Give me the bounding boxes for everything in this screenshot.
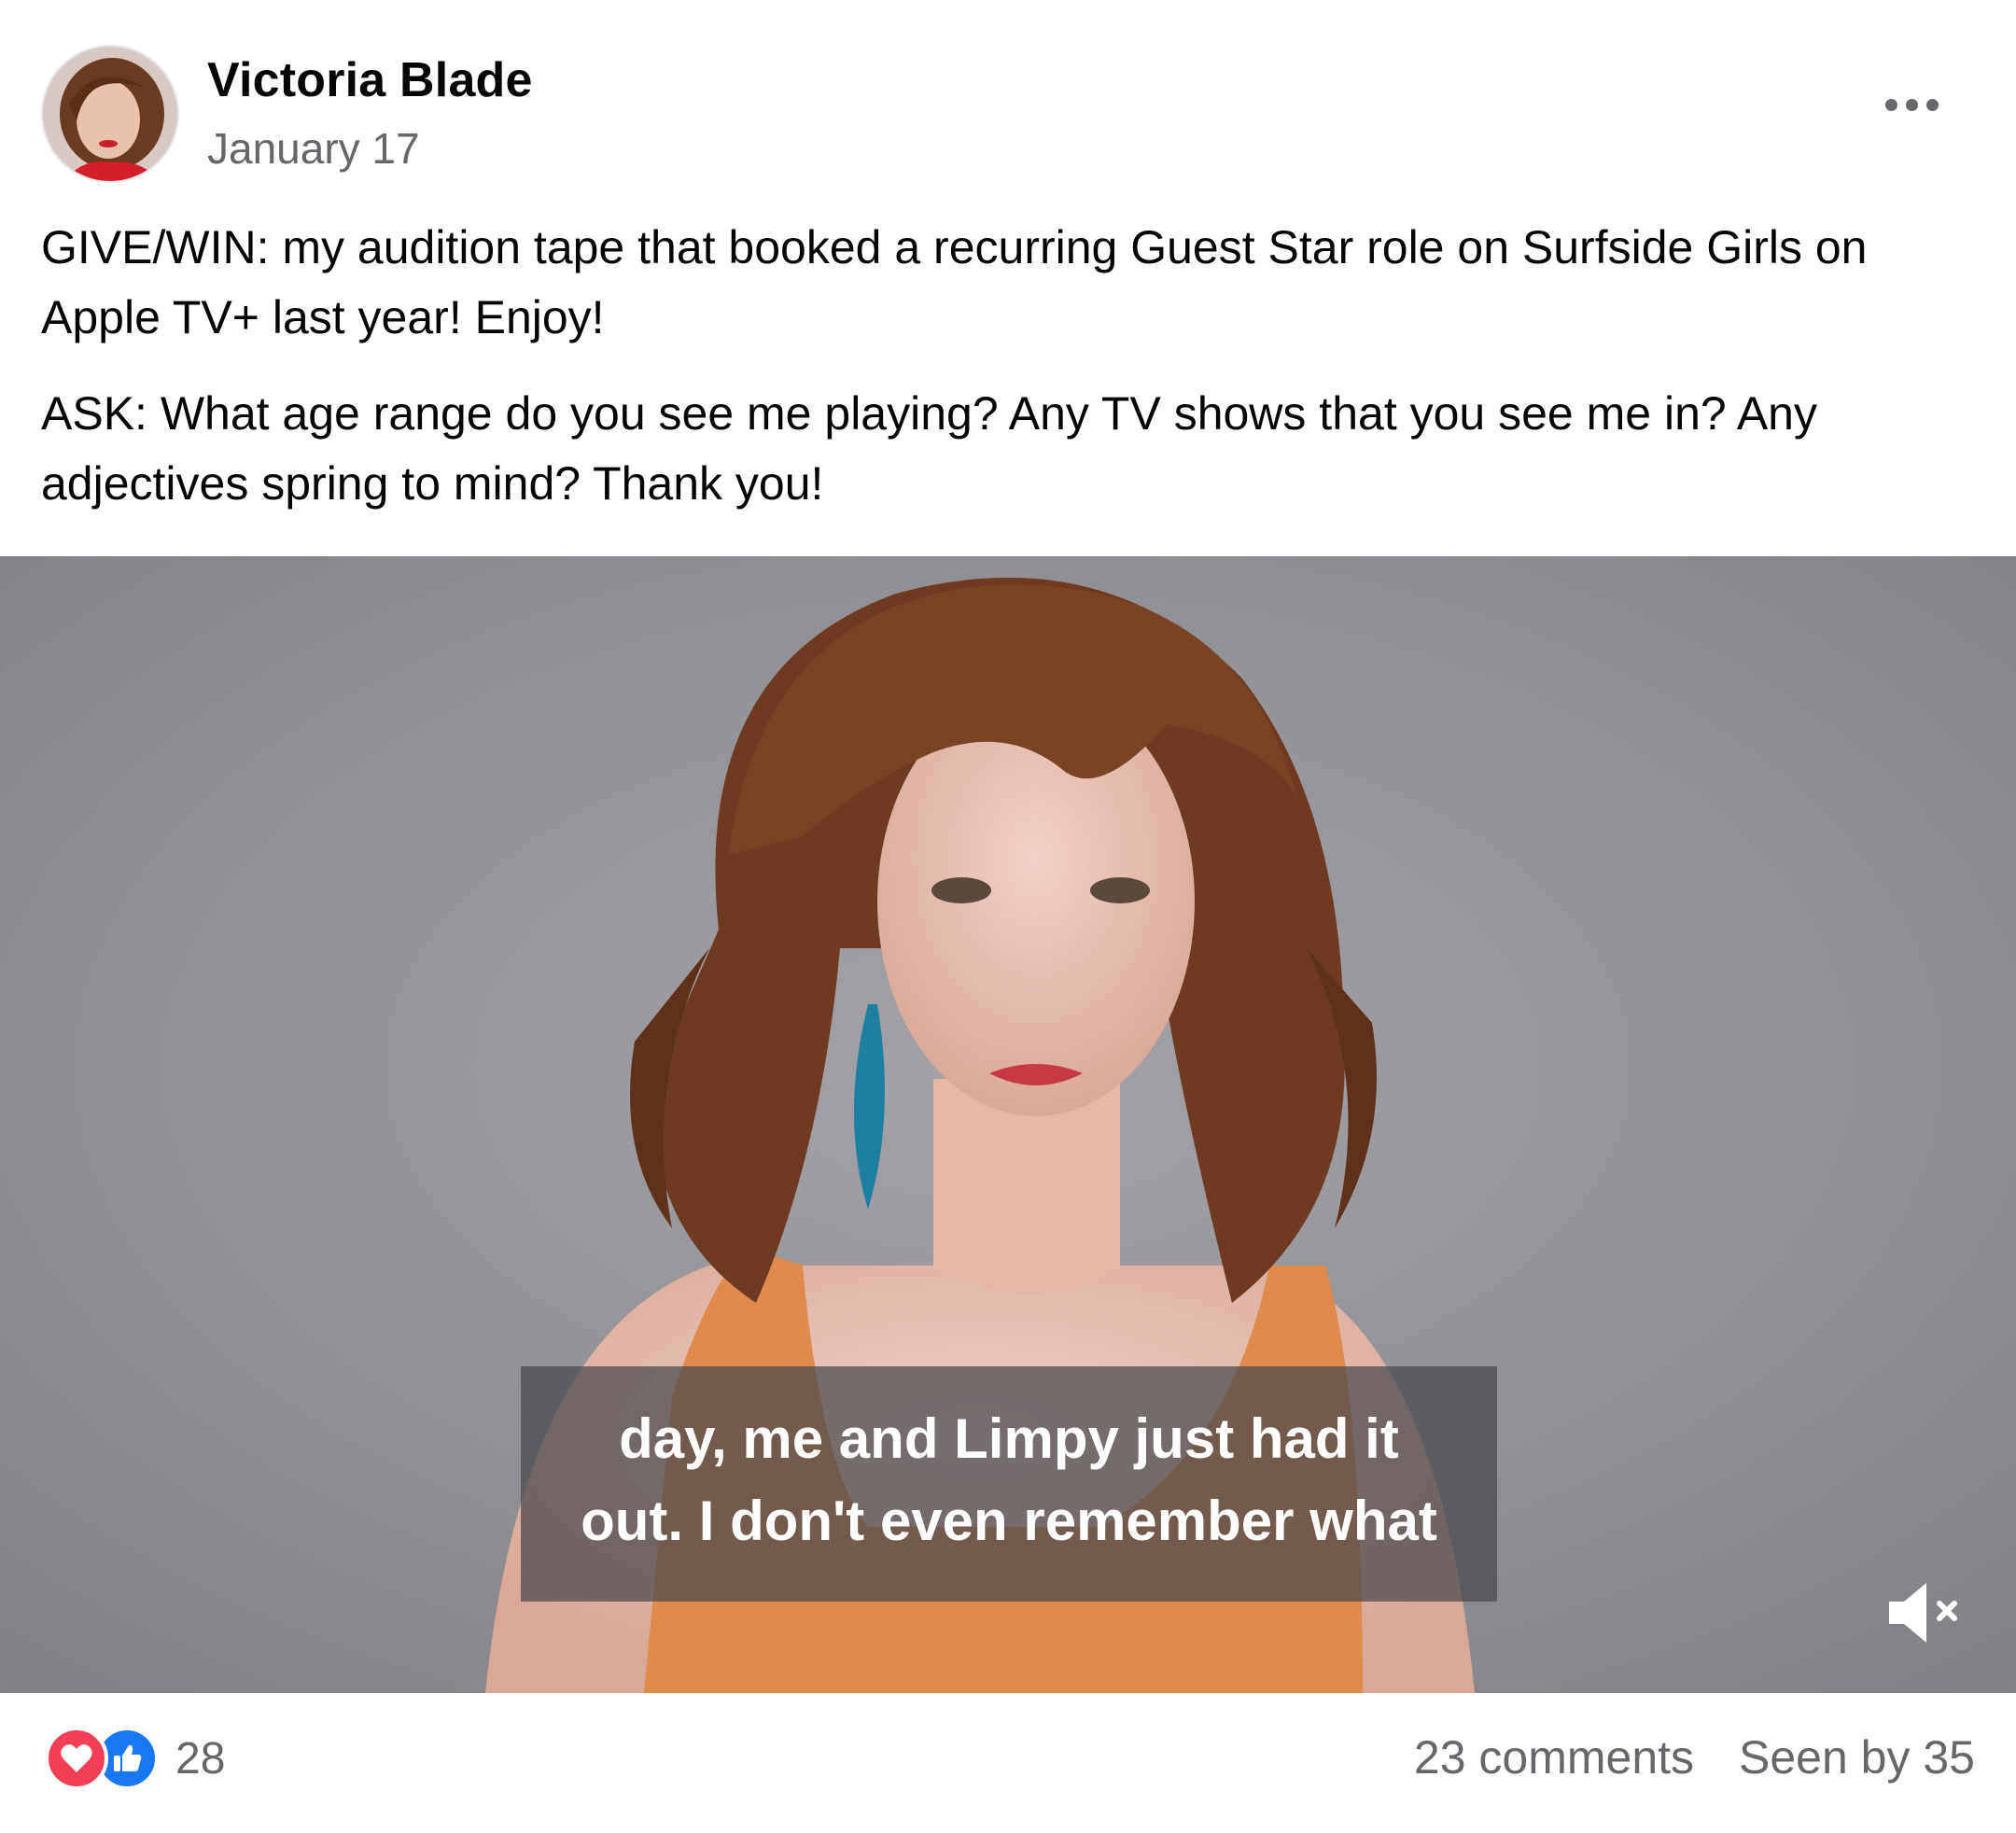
reactions-summary[interactable]: 28 [45,1727,225,1790]
post-body: GIVE/WIN: my audition tape that booked a… [41,213,1982,545]
love-reaction-icon [45,1727,108,1790]
post-footer: 28 23 comments Seen by 35 [0,1693,2016,1833]
post-header: Victoria Blade January 17 [0,0,2016,205]
post-paragraph-give: GIVE/WIN: my audition tape that booked a… [41,221,1868,343]
video-caption: day, me and Limpy just had it out. I don… [521,1366,1497,1602]
speaker-muted-icon[interactable] [1883,1575,1966,1650]
caption-line: out. I don't even remember what [581,1490,1437,1552]
post-paragraph-ask: ASK: What age range do you see me playin… [41,387,1817,510]
video-player[interactable]: day, me and Limpy just had it out. I don… [0,556,2016,1693]
avatar[interactable] [41,45,179,183]
seen-by-link[interactable]: Seen by 35 [1739,1730,1975,1784]
post-date[interactable]: January 17 [207,123,420,174]
comments-count-link[interactable]: 23 comments [1414,1730,1694,1784]
author-name[interactable]: Victoria Blade [207,52,533,108]
engagement-stats: 23 comments Seen by 35 [1414,1730,1975,1784]
more-options-icon[interactable] [1876,84,1947,125]
caption-line: day, me and Limpy just had it [619,1407,1399,1470]
reaction-count: 28 [175,1733,226,1784]
